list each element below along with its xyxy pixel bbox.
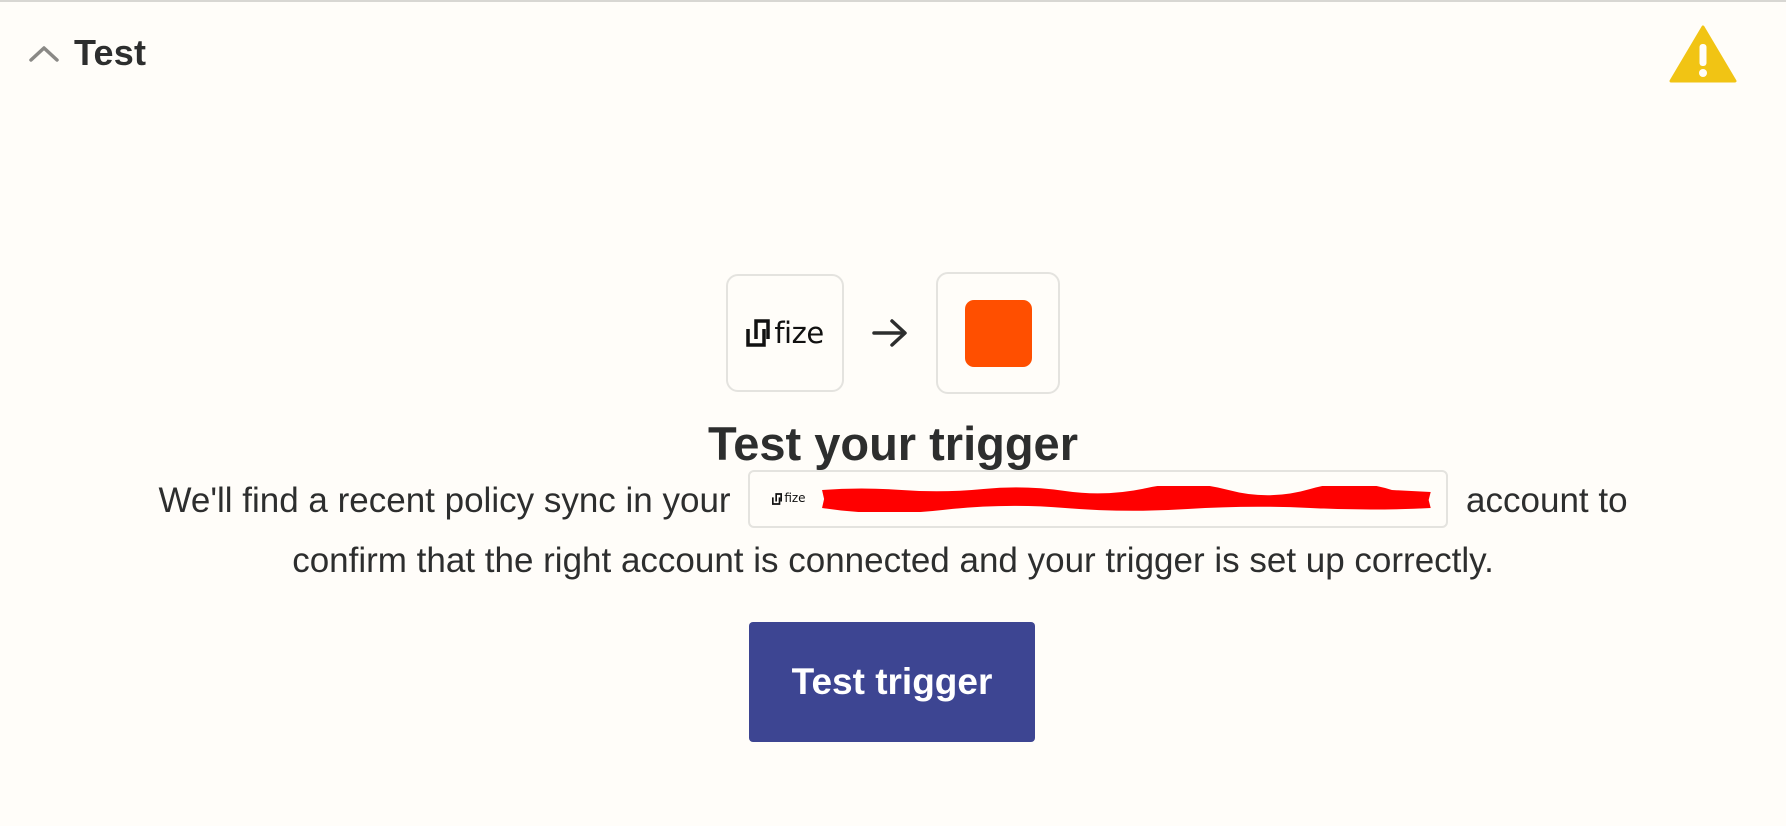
- account-chip[interactable]: fize: [748, 469, 1449, 528]
- source-app-logo: fize: [726, 274, 844, 392]
- test-trigger-button[interactable]: Test trigger: [749, 622, 1035, 742]
- arrow-right-icon: [844, 317, 936, 349]
- section-title: Test: [74, 32, 147, 73]
- description-text-before: We'll find a recent policy sync in your: [158, 481, 731, 520]
- app-flow-logos: fize: [726, 272, 1060, 394]
- chevron-up-icon: [24, 38, 64, 68]
- target-app-logo: [936, 272, 1060, 394]
- warning-triangle-icon[interactable]: [1669, 24, 1737, 84]
- trigger-description: We'll find a recent policy sync in your …: [110, 469, 1676, 589]
- source-app-name: fize: [774, 316, 824, 350]
- chip-fize-icon: [772, 492, 783, 505]
- orange-square-app-icon: [964, 299, 1032, 367]
- fize-logo: fize: [746, 316, 824, 350]
- page-title: Test your trigger: [708, 417, 1078, 470]
- chip-app-name: fize: [784, 491, 806, 506]
- test-panel: Test fize Test your trigger We'll find a…: [0, 0, 1786, 826]
- fize-logo-icon: [746, 319, 771, 347]
- redacted-account-name: [821, 485, 1431, 512]
- section-header-toggle[interactable]: Test: [24, 32, 146, 74]
- chip-fize-logo: fize: [772, 470, 806, 527]
